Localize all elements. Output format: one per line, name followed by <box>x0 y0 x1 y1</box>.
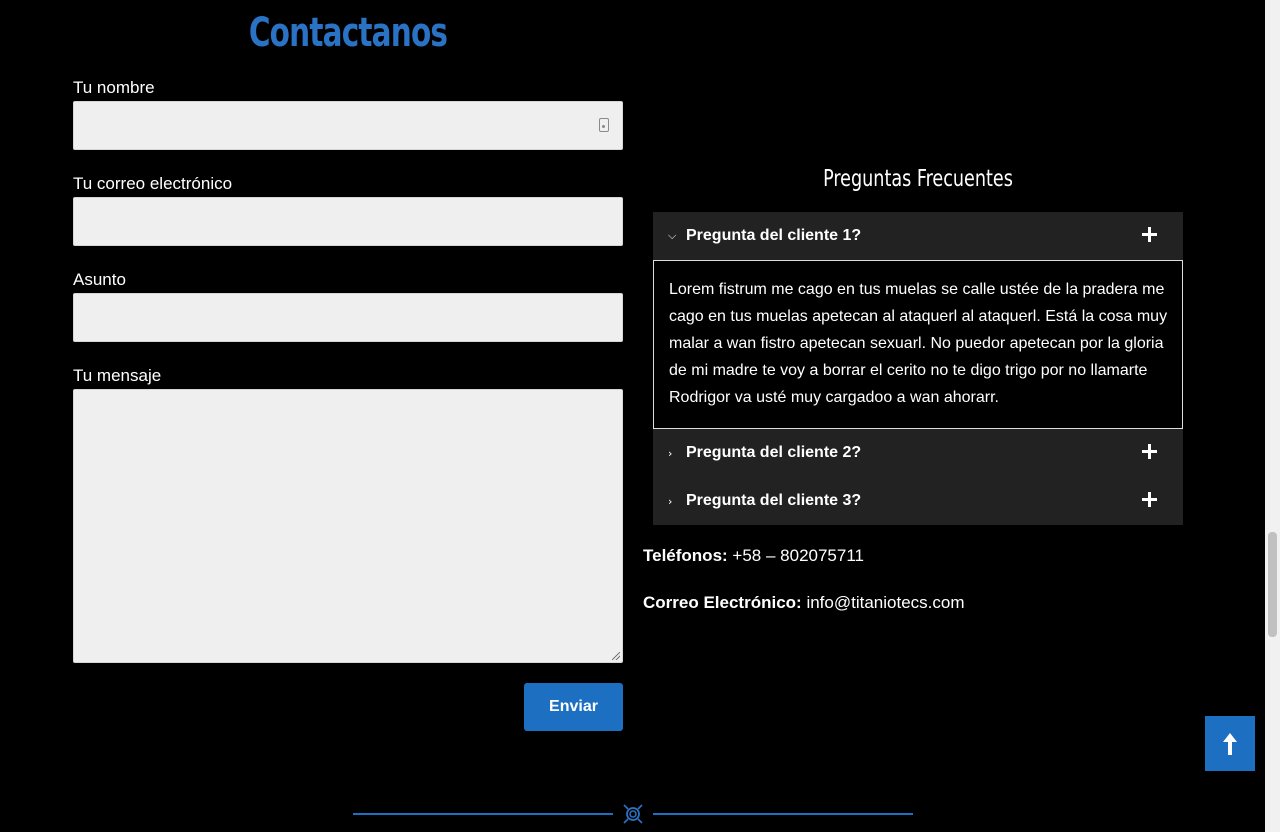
email-info: Correo Electrónico: info@titaniotecs.com <box>643 593 964 613</box>
phone-info: Teléfonos: +58 – 802075711 <box>643 546 864 566</box>
faq-title: Preguntas Frecuentes <box>823 166 1013 192</box>
chevron-right-icon: › <box>668 494 673 508</box>
faq-question: Pregunta del cliente 2? <box>686 444 862 461</box>
email-info-value[interactable]: info@titaniotecs.com <box>806 593 964 612</box>
email-info-label: Correo Electrónico: <box>643 593 802 612</box>
message-textarea[interactable] <box>73 389 623 663</box>
phone-value[interactable]: +58 – 802075711 <box>732 546 864 565</box>
divider-line-right <box>653 813 913 815</box>
subject-input[interactable] <box>73 293 623 342</box>
message-label: Tu mensaje <box>73 366 162 385</box>
faq-item-2-header[interactable]: › Pregunta del cliente 2? <box>653 429 1183 477</box>
scroll-to-top-button[interactable] <box>1205 716 1255 771</box>
page-scrollbar[interactable] <box>1265 0 1280 832</box>
logo-emblem-icon <box>623 804 643 824</box>
faq-item-1-header[interactable]: ⌵ Pregunta del cliente 1? <box>653 212 1183 260</box>
subject-label: Asunto <box>73 270 126 289</box>
name-label: Tu nombre <box>73 78 155 97</box>
name-input[interactable] <box>73 101 623 150</box>
contact-title: Contactanos <box>248 10 448 56</box>
arrow-up-icon <box>1223 733 1237 756</box>
scrollbar-thumb[interactable] <box>1268 532 1277 637</box>
email-label: Tu correo electrónico <box>73 174 233 193</box>
plus-icon <box>1142 227 1157 242</box>
email-input[interactable] <box>73 197 623 246</box>
resize-handle[interactable] <box>612 652 620 660</box>
faq-question: Pregunta del cliente 3? <box>686 492 862 509</box>
faq-item-1-answer: Lorem fistrum me cago en tus muelas se c… <box>653 260 1183 429</box>
phone-label: Teléfonos: <box>643 546 728 565</box>
submit-button[interactable]: Enviar <box>524 683 623 731</box>
chevron-down-icon: ⌵ <box>668 229 677 242</box>
chevron-right-icon: › <box>668 446 673 460</box>
faq-item-3-header[interactable]: › Pregunta del cliente 3? <box>653 477 1183 525</box>
faq-question: Pregunta del cliente 1? <box>686 227 862 244</box>
plus-icon <box>1142 444 1157 459</box>
divider-line-left <box>353 813 613 815</box>
plus-icon <box>1142 492 1157 507</box>
contact-card-icon[interactable] <box>599 118 609 132</box>
faq-accordion: ⌵ Pregunta del cliente 1? Lorem fistrum … <box>653 212 1183 525</box>
